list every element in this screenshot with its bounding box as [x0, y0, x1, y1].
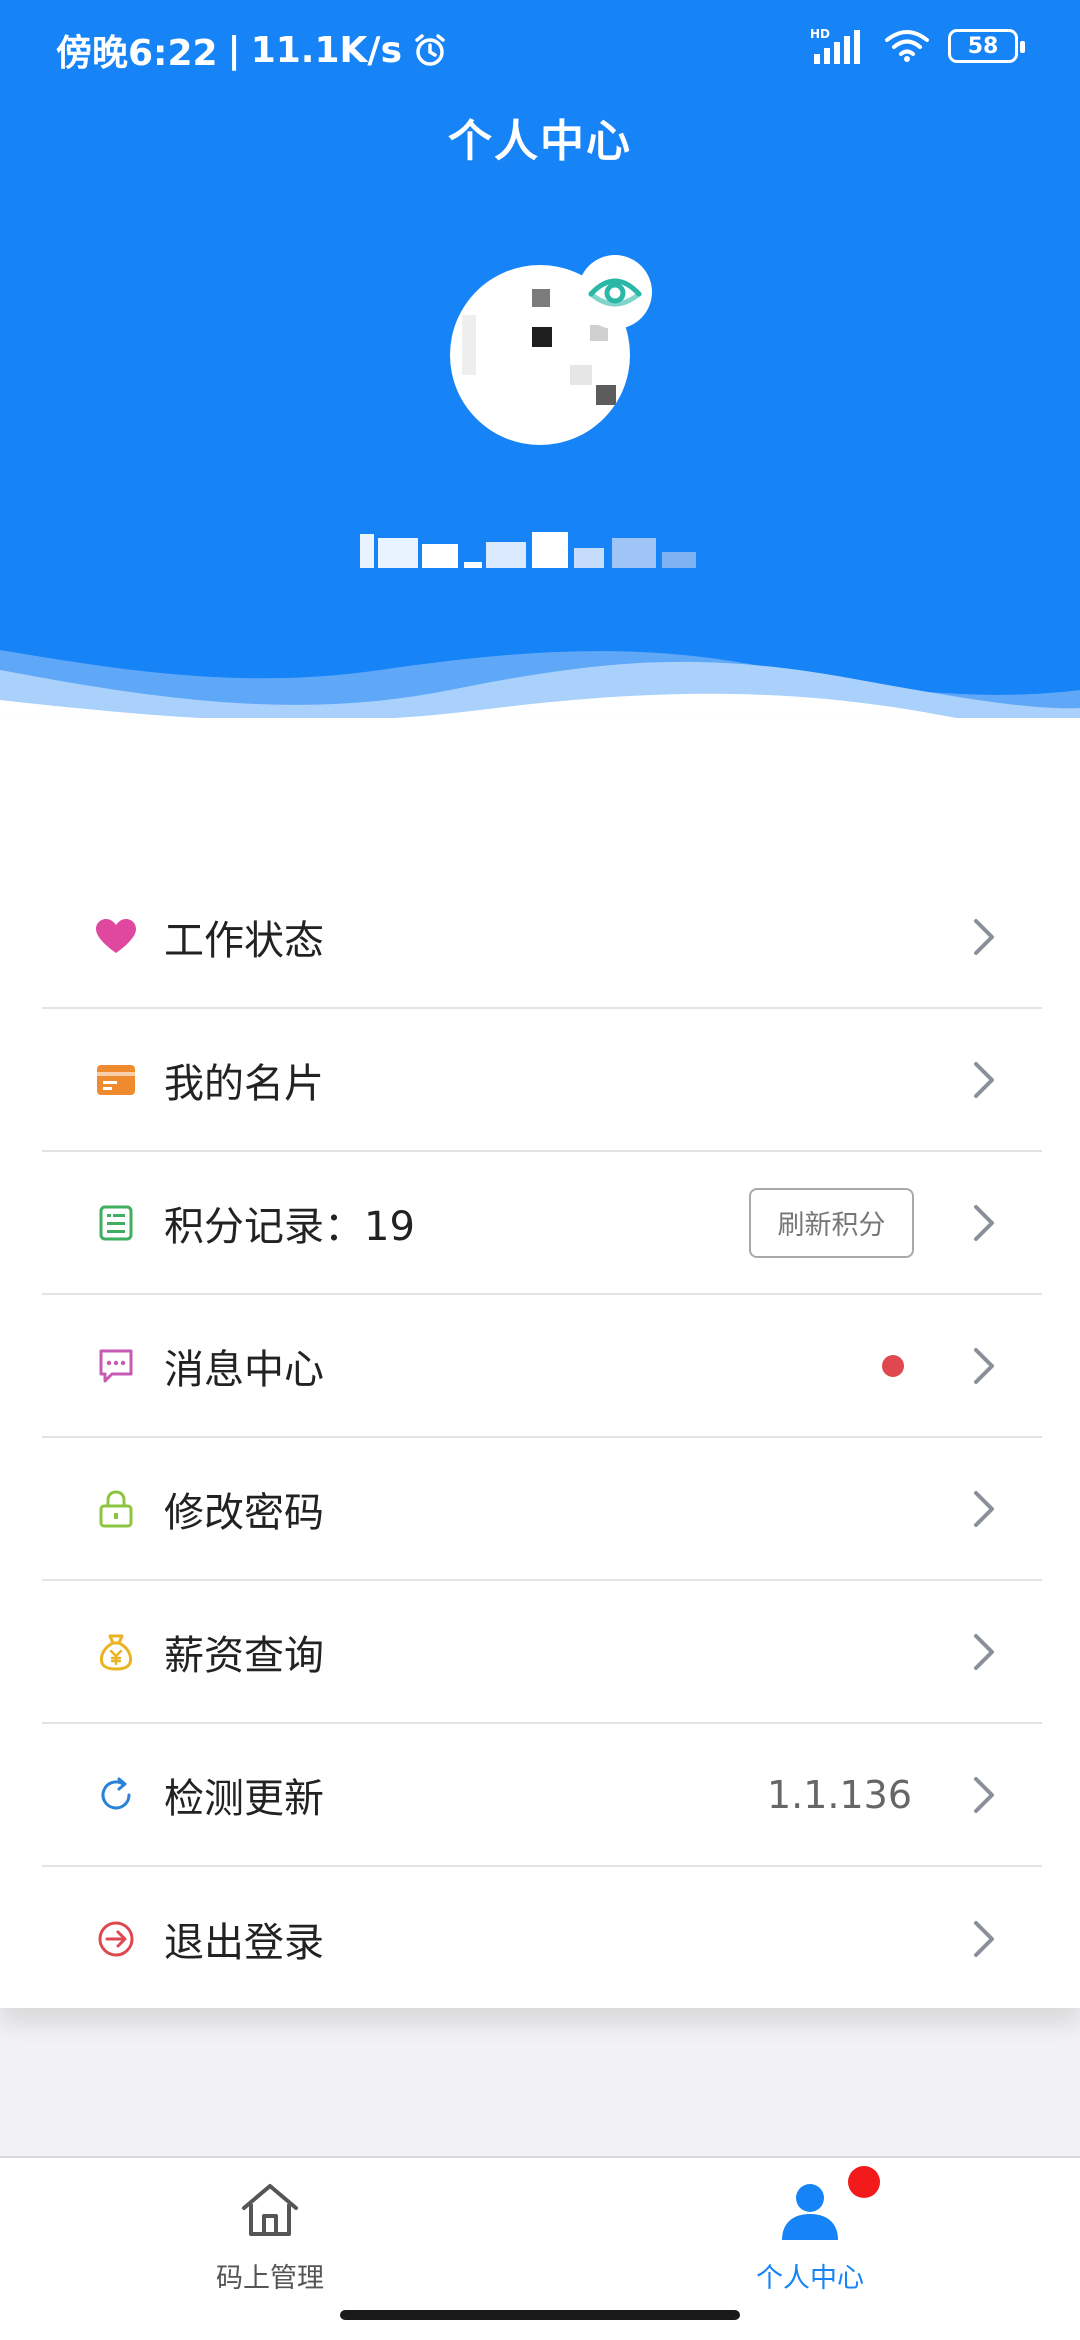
eye-badge[interactable]	[578, 255, 652, 329]
username-blurred	[360, 532, 696, 568]
nav-label: 个人中心	[756, 2263, 864, 2294]
menu-label: 检测更新	[164, 1775, 324, 1822]
status-divider: |	[227, 29, 241, 71]
chevron-right-icon	[974, 1490, 994, 1527]
menu-label: 工作状态	[164, 917, 324, 964]
menu-item-change-password[interactable]: 修改密码	[42, 1438, 1042, 1581]
menu-item-points-record[interactable]: 积分记录：19 刷新积分	[42, 1152, 1042, 1295]
user-icon	[782, 2184, 838, 2240]
menu-item-business-card[interactable]: 我的名片	[42, 1009, 1042, 1152]
alarm-icon	[415, 34, 445, 66]
nav-label: 码上管理	[216, 2263, 324, 2294]
refresh-icon	[96, 1775, 136, 1815]
chevron-right-icon	[974, 1061, 994, 1098]
points-icon	[96, 1203, 136, 1243]
status-speed: 11.1K/s	[250, 29, 402, 71]
menu-label: 我的名片	[164, 1060, 324, 1107]
money-bag-icon	[96, 1632, 136, 1672]
chevron-right-icon	[974, 918, 994, 955]
profile-header: 傍晚6:22 | 11.1K/s HD 58 个人中心	[0, 0, 1080, 750]
signal-icon: HD	[810, 27, 860, 64]
battery-indicator: 58	[948, 29, 1025, 63]
menu-card: 工作状态 我的名片 积分记录：19 刷新积分 消息中心 修改密码 薪资查询 检测…	[0, 718, 1080, 2008]
page-title: 个人中心	[448, 116, 632, 167]
chevron-right-icon	[974, 1920, 994, 1957]
menu-label: 积分记录：19	[164, 1203, 415, 1250]
avatar-pixel	[532, 327, 552, 347]
network-type: HD	[810, 27, 830, 41]
menu-item-work-status[interactable]: 工作状态	[42, 866, 1042, 1009]
menu-label: 修改密码	[164, 1489, 324, 1536]
refresh-points-button[interactable]: 刷新积分	[749, 1187, 914, 1258]
status-left: 傍晚6:22 | 11.1K/s	[56, 24, 448, 76]
eye-icon	[588, 278, 642, 307]
logout-icon	[96, 1919, 136, 1959]
menu-list: 工作状态 我的名片 积分记录：19 刷新积分 消息中心 修改密码 薪资查询 检测…	[42, 866, 1042, 2010]
screen: 傍晚6:22 | 11.1K/s HD 58 个人中心 工作状态 我的名片 积分…	[0, 0, 1080, 2340]
home-icon	[242, 2184, 298, 2236]
app-version: 1.1.136	[766, 1772, 912, 1817]
unread-dot	[882, 1354, 904, 1377]
status-right: HD 58	[810, 26, 1025, 66]
card-icon	[96, 1060, 136, 1100]
avatar-pixel	[462, 315, 476, 375]
home-indicator	[340, 2310, 740, 2320]
menu-label: 退出登录	[164, 1919, 324, 1966]
menu-item-check-update[interactable]: 检测更新 1.1.136	[42, 1724, 1042, 1867]
chevron-right-icon	[974, 1204, 994, 1241]
menu-item-logout[interactable]: 退出登录	[42, 1867, 1042, 2010]
status-time: 傍晚6:22	[56, 33, 218, 74]
wifi-icon	[885, 30, 929, 62]
heart-icon	[96, 917, 136, 957]
status-bar: 傍晚6:22 | 11.1K/s HD 58	[0, 0, 1080, 96]
chevron-right-icon	[974, 1633, 994, 1670]
chevron-right-icon	[974, 1347, 994, 1384]
message-icon	[96, 1346, 136, 1386]
battery-level: 58	[967, 33, 999, 59]
menu-label: 薪资查询	[164, 1632, 324, 1679]
avatar-container[interactable]	[450, 255, 652, 445]
lock-icon	[96, 1489, 136, 1529]
menu-label: 消息中心	[164, 1346, 324, 1393]
notification-badge	[848, 2166, 880, 2198]
menu-item-salary-query[interactable]: 薪资查询	[42, 1581, 1042, 1724]
chevron-right-icon	[974, 1776, 994, 1813]
avatar-pixel	[570, 365, 592, 385]
menu-item-message-center[interactable]: 消息中心	[42, 1295, 1042, 1438]
avatar-pixel	[532, 289, 550, 307]
avatar-pixel	[596, 385, 616, 405]
